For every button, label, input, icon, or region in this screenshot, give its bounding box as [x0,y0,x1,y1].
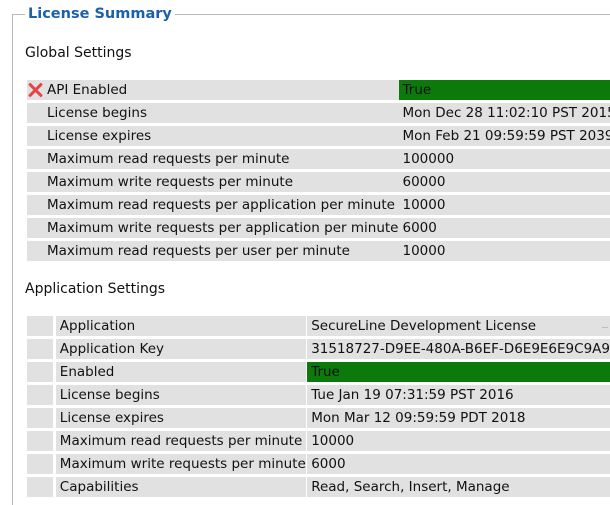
setting-value: Read, Search, Insert, Manage [307,477,610,497]
setting-value-badge: True [307,362,610,382]
status-icon-cell [27,80,43,100]
status-icon-cell [27,431,54,451]
setting-label: License begins [43,103,399,123]
setting-label: Enabled [55,362,306,382]
status-icon-cell [27,103,43,123]
status-icon-cell [27,477,54,497]
setting-label: API Enabled [43,80,399,100]
setting-value: SecureLine Development License [307,316,610,336]
status-icon-cell [27,316,54,336]
close-icon[interactable] [27,82,43,98]
table-row: License expires Mon Mar 12 09:59:59 PDT … [27,408,610,428]
table-row: Enabled True [27,362,610,382]
setting-label: Maximum read requests per application pe… [43,195,399,215]
status-icon-cell [27,362,54,382]
status-icon-cell [27,195,43,215]
table-row: Maximum write requests per minute 60000 [27,172,610,192]
setting-label: License expires [43,126,399,146]
table-row: Application Key 31518727-D9EE-480A-B6EF-… [27,339,610,359]
table-row: Maximum write requests per application p… [27,218,610,238]
status-icon-cell [27,218,43,238]
table-row: Maximum read requests per minute 100000 [27,149,610,169]
table-row: Maximum read requests per minute 10000 [27,431,610,451]
setting-value: 60000 [398,172,610,192]
status-icon-cell [27,408,54,428]
setting-value: 6000 [398,218,610,238]
status-icon-cell [27,241,43,261]
table-row: License begins Tue Jan 19 07:31:59 PST 2… [27,385,610,405]
setting-label: Maximum read requests per minute [43,149,399,169]
setting-value: 10000 [398,195,610,215]
setting-label: Application Key [55,339,306,359]
table-row: License begins Mon Dec 28 11:02:10 PST 2… [27,103,610,123]
application-settings-title: Application Settings [25,281,166,297]
setting-value: 100000 [398,149,610,169]
setting-label: Maximum write requests per application p… [43,218,399,238]
setting-label: License expires [55,408,306,428]
setting-label: Application [55,316,306,336]
setting-label: License begins [55,385,306,405]
table-row: Maximum read requests per user per minut… [27,241,610,261]
setting-value: 31518727-D9EE-480A-B6EF-D6E9E6E9C9A9 [307,339,610,359]
setting-value: 10000 [307,431,610,451]
global-settings-table: API Enabled True License begins Mon Dec … [27,77,610,264]
status-icon-cell [27,172,43,192]
setting-label: Maximum write requests per minute [55,454,306,474]
setting-label: Capabilities [55,477,306,497]
table-row: Maximum read requests per application pe… [27,195,610,215]
global-settings-title: Global Settings [25,45,132,61]
table-row: Maximum write requests per minute 6000 [27,454,610,474]
table-row: License expires Mon Feb 21 09:59:59 PST … [27,126,610,146]
setting-value: Mon Feb 21 09:59:59 PST 2039 [398,126,610,146]
setting-value-badge: True [398,80,610,100]
scroll-edge-marker [602,327,608,328]
setting-value: 6000 [307,454,610,474]
setting-value: Mon Dec 28 11:02:10 PST 2015 [398,103,610,123]
status-icon-cell [27,126,43,146]
setting-value: 10000 [398,241,610,261]
setting-label: Maximum read requests per minute [55,431,306,451]
setting-value: Mon Mar 12 09:59:59 PDT 2018 [307,408,610,428]
status-icon-cell [27,385,54,405]
status-icon-cell [27,339,54,359]
setting-value: Tue Jan 19 07:31:59 PST 2016 [307,385,610,405]
table-row: Capabilities Read, Search, Insert, Manag… [27,477,610,497]
fieldset-border-left [12,14,13,505]
status-icon-cell [27,454,54,474]
application-settings-table: Application SecureLine Development Licen… [27,313,610,500]
status-icon-cell [27,149,43,169]
setting-label: Maximum read requests per user per minut… [43,241,399,261]
license-summary-legend: License Summary [25,5,175,23]
table-row: API Enabled True [27,80,610,100]
setting-label: Maximum write requests per minute [43,172,399,192]
table-row: Application SecureLine Development Licen… [27,316,610,336]
